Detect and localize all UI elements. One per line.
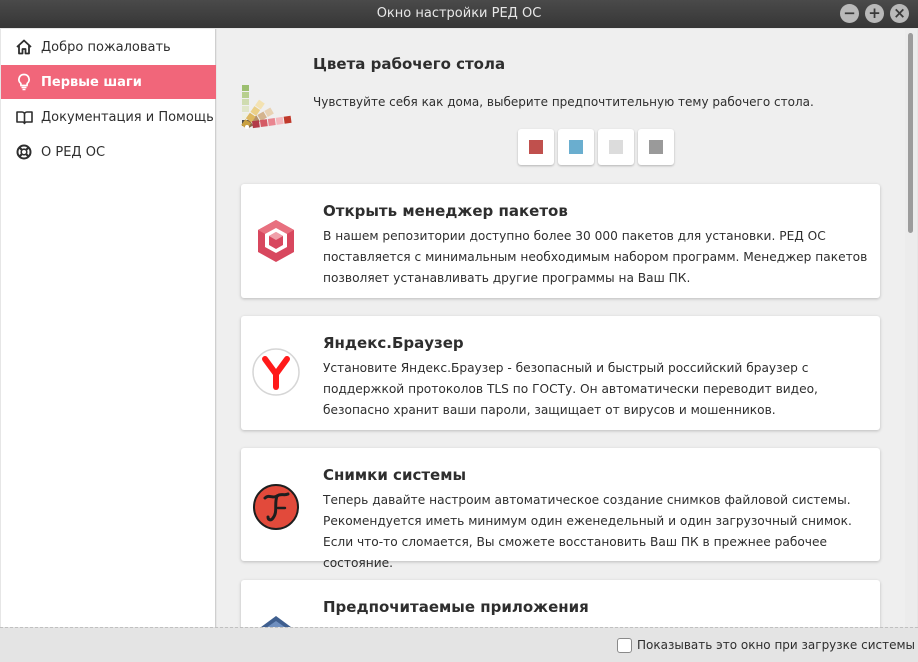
close-button[interactable]: ×: [890, 4, 909, 23]
card-line: позволяет устанавливать другие программы…: [323, 271, 691, 285]
card-line: Если что-то сломается, Вы сможете восста…: [323, 535, 828, 549]
sidebar-item-about[interactable]: О РЕД ОС: [1, 135, 216, 169]
package-manager-icon: [251, 216, 301, 266]
content-scrollbar[interactable]: [905, 29, 917, 627]
sidebar-item-label: Первые шаги: [41, 74, 142, 90]
card-system-snapshots[interactable]: Снимки системы Теперь давайте настроим а…: [241, 448, 880, 570]
card-title: Яндекс.Браузер: [323, 334, 464, 352]
book-icon: [15, 108, 33, 126]
card-line: В нашем репозитории доступно более 30 00…: [323, 229, 826, 243]
color-palette-icon: [241, 81, 293, 137]
sidebar-item-welcome[interactable]: Добро пожаловать: [1, 30, 216, 64]
lightbulb-icon: [15, 73, 33, 91]
card-line: Установите Яндекс.Браузер - безопасный и…: [323, 361, 809, 375]
timeshift-icon: [251, 482, 301, 532]
theme-swatch-blue[interactable]: [558, 129, 594, 165]
swatch-color: [609, 140, 623, 154]
card-title: Снимки системы: [323, 466, 467, 484]
minimize-button[interactable]: −: [840, 4, 859, 23]
card-description: В нашем репозитории доступно более 30 00…: [323, 226, 871, 289]
card-line: состояние.: [323, 556, 394, 570]
card-line: безопасно хранит ваши пароли, защищает о…: [323, 403, 776, 417]
lifebuoy-icon: [15, 143, 33, 161]
theme-description: Чувствуйте себя как дома, выберите предп…: [313, 95, 814, 109]
theme-swatch-red[interactable]: [518, 129, 554, 165]
swatch-color: [569, 140, 583, 154]
card-yandex-browser[interactable]: Яндекс.Браузер Установите Яндекс.Браузер…: [241, 316, 880, 430]
card-line: Рекомендуется иметь минимум один еженеде…: [323, 514, 852, 528]
preferred-apps-icon: [251, 612, 301, 627]
card-preferred-apps[interactable]: Предпочитаемые приложения: [241, 580, 880, 627]
title-bar: Окно настройки РЕД ОС − + ×: [0, 0, 918, 28]
home-icon: [15, 38, 33, 56]
card-title: Открыть менеджер пакетов: [323, 202, 568, 220]
card-package-manager[interactable]: Открыть менеджер пакетов В нашем репозит…: [241, 184, 880, 298]
swatch-color: [529, 140, 543, 154]
scrollbar-thumb[interactable]: [908, 33, 913, 233]
theme-swatch-light[interactable]: [598, 129, 634, 165]
footer-bar: Показывать это окно при загрузке системы: [0, 627, 918, 662]
card-description: Теперь давайте настроим автоматическое с…: [323, 490, 871, 574]
sidebar: Добро пожаловать Первые шаги Документаци…: [1, 29, 216, 627]
sidebar-item-first-steps[interactable]: Первые шаги: [1, 65, 216, 99]
theme-swatch-grey[interactable]: [638, 129, 674, 165]
sidebar-item-documentation[interactable]: Документация и Помощь: [1, 100, 216, 134]
sidebar-item-label: Документация и Помощь: [41, 109, 214, 125]
main-content: Цвета рабочего стола Чувствуйте себя как…: [217, 29, 905, 627]
window-title: Окно настройки РЕД ОС: [376, 6, 542, 21]
yandex-browser-icon: [251, 347, 301, 397]
card-line: поддержкой протоколов TLS по ГОСТу. Он а…: [323, 382, 818, 396]
sidebar-item-label: О РЕД ОС: [41, 144, 106, 160]
card-description: Установите Яндекс.Браузер - безопасный и…: [323, 358, 871, 421]
maximize-button[interactable]: +: [865, 4, 884, 23]
card-line: Теперь давайте настроим автоматическое с…: [323, 493, 851, 507]
card-title: Предпочитаемые приложения: [323, 598, 589, 616]
sidebar-item-label: Добро пожаловать: [41, 39, 171, 55]
theme-title: Цвета рабочего стола: [313, 55, 506, 73]
card-line: поставляется с минимальным необходимым н…: [323, 250, 868, 264]
show-on-startup-label[interactable]: Показывать это окно при загрузке системы: [637, 638, 915, 652]
swatch-color: [649, 140, 663, 154]
show-on-startup-checkbox[interactable]: [617, 638, 632, 653]
